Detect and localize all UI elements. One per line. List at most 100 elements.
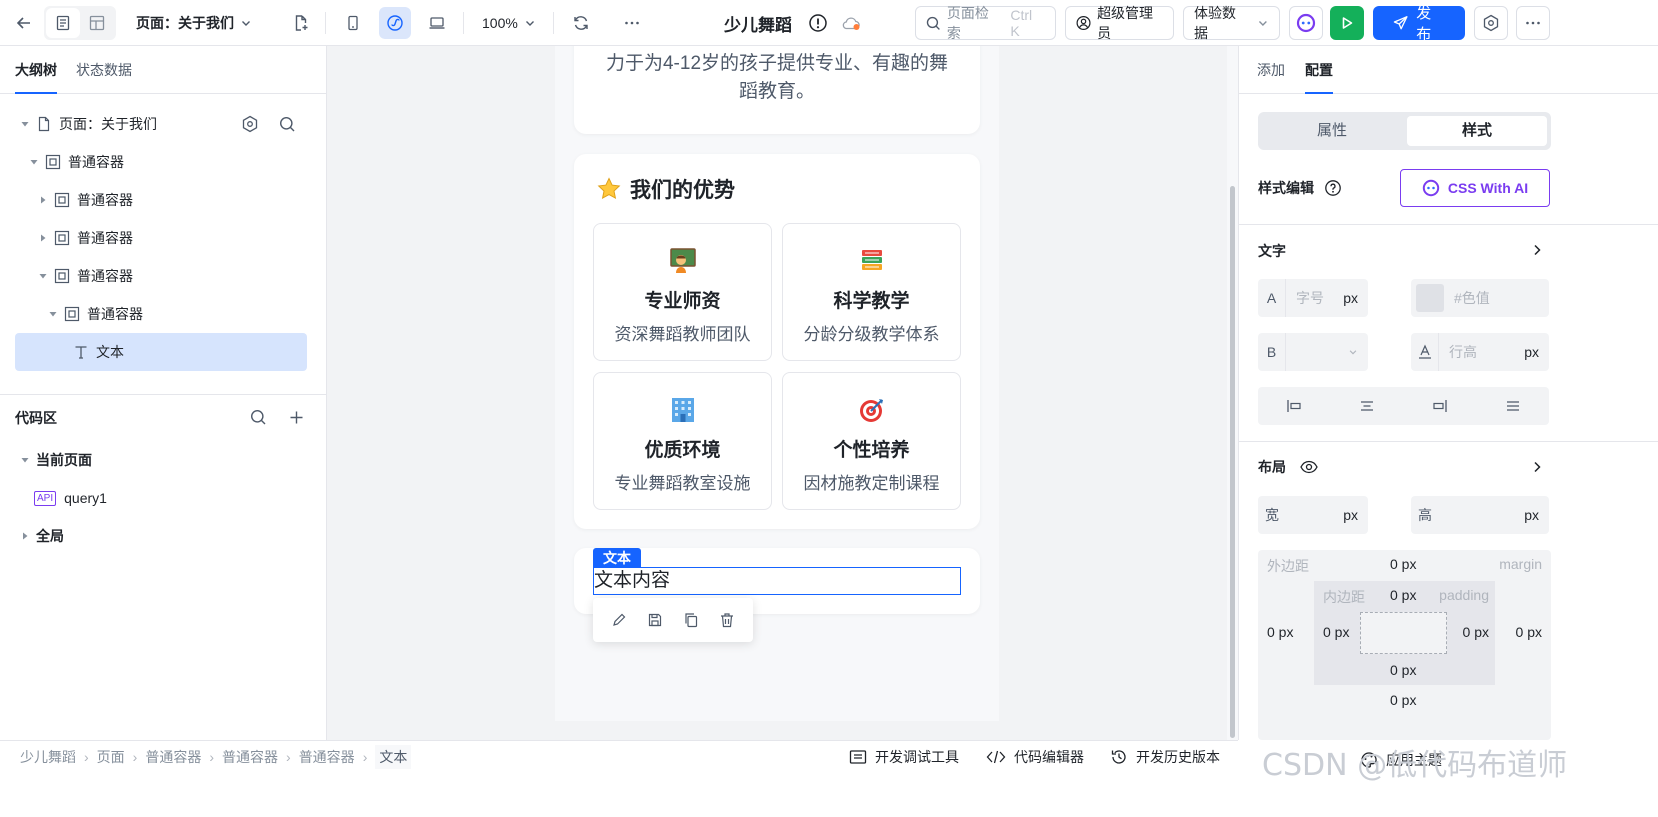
text-section-header[interactable]: 文字 xyxy=(1258,239,1286,263)
margin-right-value[interactable]: 0 px xyxy=(1516,624,1542,640)
mobile-icon[interactable] xyxy=(337,7,369,39)
caret-right-icon[interactable] xyxy=(20,531,30,541)
refresh-icon[interactable] xyxy=(565,7,597,39)
css-with-ai-button[interactable]: CSS With AI xyxy=(1400,169,1550,207)
refresh-button[interactable] xyxy=(565,0,597,46)
feature-card[interactable]: 科学教学 分龄分级教学体系 xyxy=(782,223,961,361)
page-search[interactable]: 页面检索 Ctrl K xyxy=(915,0,1056,46)
line-height-field[interactable]: 行高 px xyxy=(1411,333,1549,371)
code-item-query1[interactable]: API query1 xyxy=(0,479,327,517)
tree-node-container[interactable]: 普通容器 xyxy=(0,219,327,257)
settings-hex-icon[interactable] xyxy=(241,115,259,133)
cloud-sync-status[interactable] xyxy=(840,0,862,46)
more-menu-button[interactable] xyxy=(1516,0,1550,46)
tab-add[interactable]: 添加 xyxy=(1257,46,1285,94)
page-preview[interactable]: 力于为4-12岁的孩子提供专业、有趣的舞蹈教育。 我们的优势 专业师资 资深舞蹈… xyxy=(555,46,999,721)
more-button[interactable] xyxy=(616,0,648,46)
preview-run-button[interactable] xyxy=(1330,0,1364,46)
trash-icon[interactable] xyxy=(719,612,735,628)
tree-node-page[interactable]: 页面：关于我们 xyxy=(0,105,327,143)
page-view-icon[interactable] xyxy=(46,8,80,38)
laptop-icon[interactable] xyxy=(421,7,453,39)
help-circle-icon[interactable] xyxy=(1324,179,1342,197)
miniapp-icon[interactable] xyxy=(379,7,411,39)
color-field[interactable]: #色值 xyxy=(1411,279,1549,317)
font-size-field[interactable]: A 字号 px xyxy=(1258,279,1368,317)
align-justify-icon[interactable] xyxy=(1504,397,1522,415)
feature-card[interactable]: 专业师资 资深舞蹈教师团队 xyxy=(593,223,772,361)
new-page-button[interactable] xyxy=(285,0,317,46)
eye-icon[interactable] xyxy=(1300,460,1318,474)
canvas-scrollbar[interactable] xyxy=(1227,46,1238,740)
align-center-icon[interactable] xyxy=(1358,397,1376,415)
design-canvas[interactable]: 力于为4-12岁的孩子提供专业、有趣的舞蹈教育。 我们的优势 专业师资 资深舞蹈… xyxy=(327,46,1238,740)
arrow-left-icon[interactable] xyxy=(8,7,40,39)
edit-pencil-icon[interactable] xyxy=(611,612,627,628)
advantages-card[interactable]: 我们的优势 专业师资 资深舞蹈教师团队 科学教学 分龄分级教学体系 优质环境 专… xyxy=(574,154,980,529)
plus-icon[interactable] xyxy=(289,410,304,425)
code-editor-button[interactable]: 代码编辑器 xyxy=(986,743,1084,771)
tab-config[interactable]: 配置 xyxy=(1305,46,1333,94)
breadcrumb-item[interactable]: 页面 xyxy=(97,747,125,767)
align-right-icon[interactable] xyxy=(1431,397,1449,415)
tree-node-container[interactable]: 普通容器 xyxy=(0,181,327,219)
history-button[interactable]: 开发历史版本 xyxy=(1110,743,1220,771)
breadcrumb-item[interactable]: 普通容器 xyxy=(222,747,278,767)
margin-left-value[interactable]: 0 px xyxy=(1267,624,1293,640)
file-add-icon[interactable] xyxy=(285,7,317,39)
publish-button[interactable]: 发布 xyxy=(1373,0,1465,46)
feature-card[interactable]: 优质环境 专业舞蹈教室设施 xyxy=(593,372,772,510)
chevron-right-icon[interactable] xyxy=(1530,460,1544,474)
copy-icon[interactable] xyxy=(683,612,699,628)
caret-down-icon[interactable] xyxy=(20,455,30,465)
tree-node-container[interactable]: 普通容器 xyxy=(0,295,327,333)
caret-down-icon[interactable] xyxy=(38,271,48,281)
save-icon[interactable] xyxy=(647,612,663,628)
padding-top-value[interactable]: 0 px xyxy=(1390,587,1416,603)
caret-down-icon[interactable] xyxy=(29,157,39,167)
code-group-global[interactable]: 全局 xyxy=(0,517,327,555)
breadcrumb-item-current[interactable]: 文本 xyxy=(375,745,412,769)
tab-outline[interactable]: 大纲树 xyxy=(15,46,57,94)
more-dots-icon[interactable] xyxy=(616,7,648,39)
width-field[interactable]: 宽 px xyxy=(1258,496,1368,534)
search-icon[interactable] xyxy=(279,116,296,133)
zoom-select[interactable]: 100% xyxy=(482,0,536,46)
padding-right-value[interactable]: 0 px xyxy=(1463,624,1489,640)
chevron-right-icon[interactable] xyxy=(1530,243,1544,257)
padding-left-value[interactable]: 0 px xyxy=(1323,624,1349,640)
height-field[interactable]: 高 px xyxy=(1411,496,1549,534)
layout-view-icon[interactable] xyxy=(80,8,114,38)
mobile-preview-button[interactable] xyxy=(337,0,369,46)
page-selector[interactable]: 页面：关于我们 xyxy=(136,0,252,46)
dev-tools-button[interactable]: 开发调试工具 xyxy=(849,743,959,771)
info-button[interactable] xyxy=(808,0,828,46)
margin-bottom-value[interactable]: 0 px xyxy=(1390,692,1416,708)
layout-section-header[interactable]: 布局 xyxy=(1258,455,1318,479)
tree-node-text-selected[interactable]: 文本 xyxy=(15,333,307,371)
feature-card[interactable]: 个性培养 因材施教定制课程 xyxy=(782,372,961,510)
tree-node-container[interactable]: 普通容器 xyxy=(0,257,327,295)
padding-bottom-value[interactable]: 0 px xyxy=(1390,662,1416,678)
color-swatch[interactable] xyxy=(1416,284,1444,312)
tab-state-data[interactable]: 状态数据 xyxy=(76,46,132,94)
selected-text-component[interactable]: 文本内容 xyxy=(593,567,961,595)
back-button[interactable] xyxy=(8,0,40,46)
font-weight-select[interactable]: B xyxy=(1258,333,1368,371)
user-menu[interactable]: 超级管理员 xyxy=(1065,0,1174,46)
ai-assistant-button[interactable] xyxy=(1289,0,1323,46)
margin-top-value[interactable]: 0 px xyxy=(1390,556,1416,572)
miniapp-preview-button[interactable] xyxy=(379,0,411,46)
desktop-preview-button[interactable] xyxy=(421,0,453,46)
caret-down-icon[interactable] xyxy=(48,309,58,319)
scrollbar-thumb[interactable] xyxy=(1230,186,1235,738)
caret-right-icon[interactable] xyxy=(38,195,48,205)
breadcrumb-item[interactable]: 少儿舞蹈 xyxy=(20,747,76,767)
breadcrumb-item[interactable]: 普通容器 xyxy=(145,747,201,767)
code-group-current-page[interactable]: 当前页面 xyxy=(0,441,327,479)
breadcrumb-item[interactable]: 普通容器 xyxy=(299,747,355,767)
caret-right-icon[interactable] xyxy=(38,233,48,243)
settings-button[interactable] xyxy=(1474,0,1508,46)
seg-properties[interactable]: 属性 xyxy=(1262,116,1402,146)
data-mode-select[interactable]: 体验数据 xyxy=(1183,0,1280,46)
